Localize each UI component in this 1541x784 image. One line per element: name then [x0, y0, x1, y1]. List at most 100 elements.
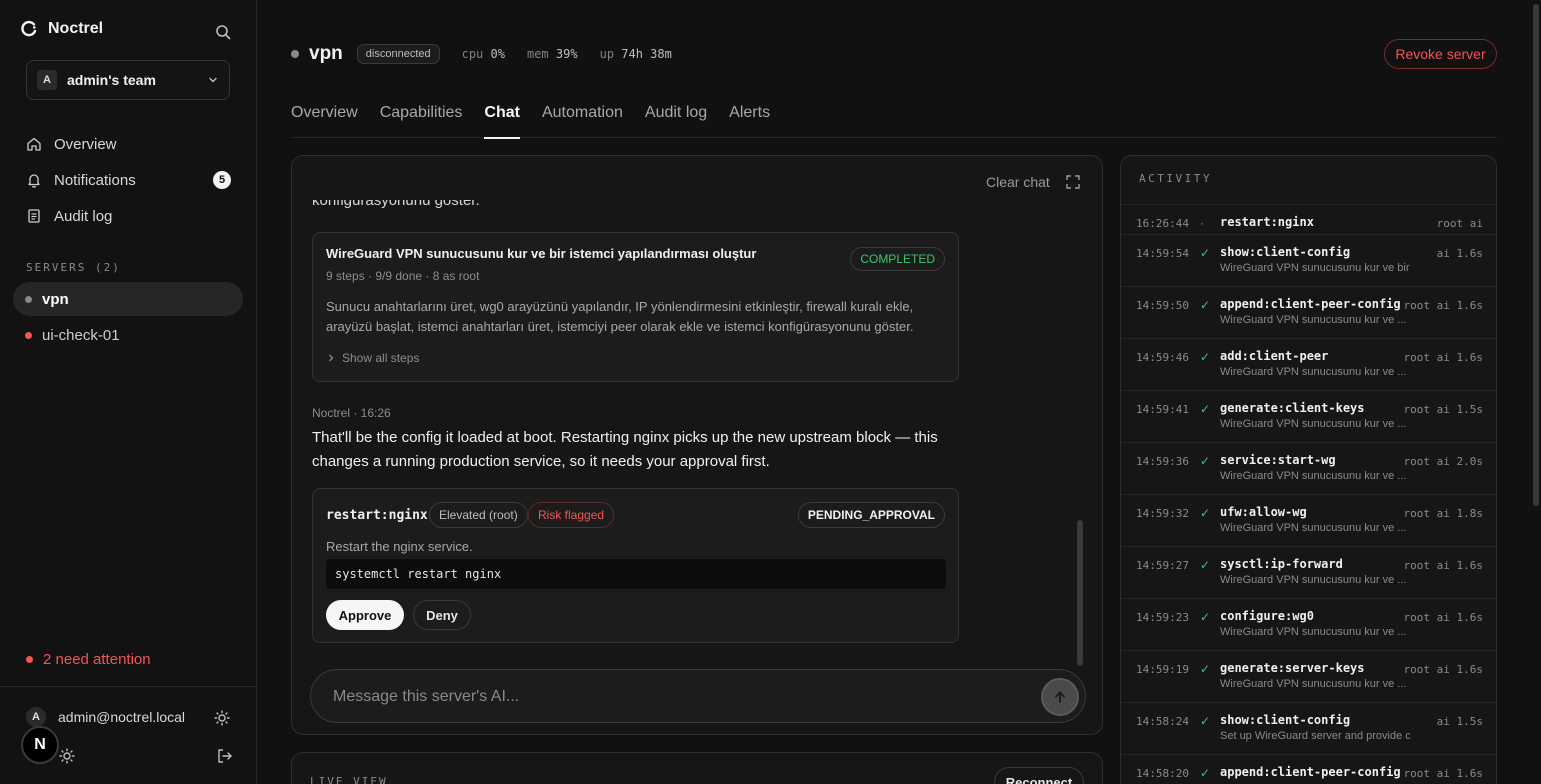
- tab-audit-log[interactable]: Audit log: [645, 104, 707, 138]
- chevron-right-icon: [329, 354, 334, 362]
- activity-row[interactable]: 14:59:23 ✓ configure:wg0 WireGuard VPN sunu…: [1121, 598, 1496, 650]
- show-steps-label: Show all steps: [342, 351, 420, 365]
- expand-icon[interactable]: [1065, 174, 1081, 190]
- attention-text: 2 need attention: [43, 651, 151, 668]
- tab-overview[interactable]: Overview: [291, 104, 358, 138]
- cpu-stat: cpu 0%: [461, 47, 505, 61]
- activity-list: 16:26:44 · restart:nginx root ai 14:59:54 ✓ sh…: [1121, 204, 1496, 784]
- user-avatar: A: [26, 707, 46, 727]
- server-tabs: Overview Capabilities Chat Automation Au…: [291, 104, 1497, 139]
- server-status-dot: [25, 295, 32, 303]
- tab-automation[interactable]: Automation: [542, 104, 623, 138]
- server-status-dot: [25, 331, 32, 339]
- logout-icon[interactable]: [216, 747, 234, 765]
- floating-n-avatar[interactable]: N: [21, 726, 59, 764]
- chat-scrollbar[interactable]: [1077, 520, 1083, 666]
- send-button[interactable]: [1041, 678, 1079, 716]
- activity-row[interactable]: 14:59:50 ✓ append:client-peer-config WireGu…: [1121, 286, 1496, 338]
- activity-description: WireGuard VPN sunucusunu kur ve ...: [1220, 418, 1407, 430]
- activity-info: root ai 1.8s: [1403, 507, 1483, 520]
- activity-row[interactable]: 14:58:24 ✓ show:client-config Set up WireGu…: [1121, 702, 1496, 754]
- app-name: Noctrel: [48, 20, 104, 37]
- message-input[interactable]: [333, 684, 1013, 710]
- tab-chat[interactable]: Chat: [484, 104, 520, 139]
- activity-command: sysctl:ip-forward: [1220, 557, 1343, 571]
- deny-button[interactable]: Deny: [413, 600, 471, 630]
- activity-description: WireGuard VPN sunucusunu kur ve ...: [1220, 366, 1407, 378]
- activity-info: root ai 1.6s: [1403, 611, 1483, 624]
- activity-description: WireGuard VPN sunucusunu kur ve ...: [1220, 574, 1407, 586]
- approve-button[interactable]: Approve: [326, 600, 404, 630]
- sidebar-divider: [0, 686, 257, 687]
- reconnect-button[interactable]: Reconnect: [994, 767, 1084, 784]
- activity-command: add:client-peer: [1220, 349, 1329, 363]
- activity-time: 14:58:20: [1136, 767, 1189, 780]
- message-composer: [310, 669, 1086, 723]
- revoke-server-button[interactable]: Revoke server: [1384, 39, 1497, 69]
- chat-messages[interactable]: konfigürasyonunu göster. WireGuard VPN s…: [292, 200, 1082, 670]
- message-meta: Noctrel · 16:26: [312, 406, 391, 420]
- activity-time: 14:59:23: [1136, 611, 1189, 624]
- activity-command: generate:server-keys: [1220, 661, 1365, 675]
- activity-description: WireGuard VPN sunucusunu kur ve ...: [1220, 626, 1407, 638]
- activity-info: root ai 1.6s: [1403, 767, 1483, 780]
- activity-row[interactable]: 14:59:54 ✓ show:client-config WireGuard VPN…: [1121, 234, 1496, 286]
- sun-icon[interactable]: [58, 747, 76, 765]
- home-icon: [27, 137, 41, 151]
- nav-item-notifications[interactable]: Notifications 5: [14, 162, 244, 198]
- main-nav: Overview Notifications 5 Audit log: [14, 126, 244, 234]
- server-status-dot: [291, 50, 299, 58]
- command-code-block: systemctl restart nginx: [326, 559, 946, 589]
- activity-command: ufw:allow-wg: [1220, 505, 1307, 519]
- show-all-steps-toggle[interactable]: Show all steps: [326, 351, 419, 365]
- page-scrollbar[interactable]: [1531, 0, 1541, 784]
- check-icon: ✓: [1200, 506, 1211, 520]
- brand[interactable]: Noctrel: [20, 20, 103, 38]
- activity-row[interactable]: 14:59:41 ✓ generate:client-keys WireGuard V…: [1121, 390, 1496, 442]
- activity-info: root ai 1.6s: [1403, 299, 1483, 312]
- server-item-ui-check-01[interactable]: ui-check-01: [13, 318, 243, 352]
- activity-time: 14:59:19: [1136, 663, 1189, 676]
- page-scrollbar-thumb[interactable]: [1533, 4, 1539, 506]
- attention-indicator[interactable]: 2 need attention: [26, 651, 151, 668]
- check-icon: ✓: [1200, 558, 1211, 572]
- sidebar: Noctrel A admin's team Overview Notifica…: [0, 0, 257, 784]
- activity-command: restart:nginx: [1220, 215, 1314, 229]
- team-name: admin's team: [67, 72, 156, 88]
- plan-card: WireGuard VPN sunucusunu kur ve bir iste…: [312, 232, 959, 382]
- activity-command: generate:client-keys: [1220, 401, 1365, 415]
- activity-info: root ai 1.5s: [1403, 403, 1483, 416]
- check-icon: ✓: [1200, 246, 1211, 260]
- team-switcher[interactable]: A admin's team: [26, 60, 230, 100]
- activity-info: root ai 1.6s: [1403, 663, 1483, 676]
- activity-row[interactable]: 14:59:27 ✓ sysctl:ip-forward WireGuard VPN …: [1121, 546, 1496, 598]
- clear-chat-button[interactable]: Clear chat: [986, 174, 1050, 190]
- arrow-up-icon: [1055, 691, 1065, 703]
- server-item-vpn[interactable]: vpn: [13, 282, 243, 316]
- activity-time: 16:26:44: [1136, 217, 1189, 230]
- bell-icon: [28, 174, 40, 188]
- theme-toggle-sun-icon[interactable]: [213, 709, 231, 727]
- activity-description: Set up WireGuard server and provide clie…: [1220, 730, 1410, 742]
- tab-capabilities[interactable]: Capabilities: [380, 104, 463, 138]
- tab-alerts[interactable]: Alerts: [729, 104, 770, 138]
- live-view-label: LIVE VIEW: [310, 775, 388, 784]
- activity-row[interactable]: 14:59:46 ✓ add:client-peer WireGuard VPN su…: [1121, 338, 1496, 390]
- check-icon: ✓: [1200, 766, 1211, 780]
- nav-item-label: Audit log: [54, 207, 113, 225]
- nav-item-audit-log[interactable]: Audit log: [14, 198, 244, 234]
- approval-card: restart:nginx Elevated (root) Risk flagg…: [312, 488, 959, 643]
- user-menu[interactable]: A admin@noctrel.local: [26, 707, 185, 727]
- activity-command: service:start-wg: [1220, 453, 1336, 467]
- activity-row[interactable]: 14:59:36 ✓ service:start-wg WireGuard VPN s…: [1121, 442, 1496, 494]
- nav-item-overview[interactable]: Overview: [14, 126, 244, 162]
- activity-row[interactable]: 14:59:19 ✓ generate:server-keys WireGuard V…: [1121, 650, 1496, 702]
- check-icon: ✓: [1200, 402, 1211, 416]
- activity-row[interactable]: 14:58:20 ✓ append:client-peer-config root a…: [1121, 754, 1496, 784]
- activity-row[interactable]: 14:59:32 ✓ ufw:allow-wg WireGuard VPN sunuc…: [1121, 494, 1496, 546]
- activity-time: 14:59:32: [1136, 507, 1189, 520]
- activity-row[interactable]: 16:26:44 · restart:nginx root ai: [1121, 204, 1496, 234]
- search-icon[interactable]: [214, 23, 232, 41]
- approval-command: restart:nginx: [326, 508, 428, 523]
- approval-status-badge: PENDING_APPROVAL: [797, 502, 945, 528]
